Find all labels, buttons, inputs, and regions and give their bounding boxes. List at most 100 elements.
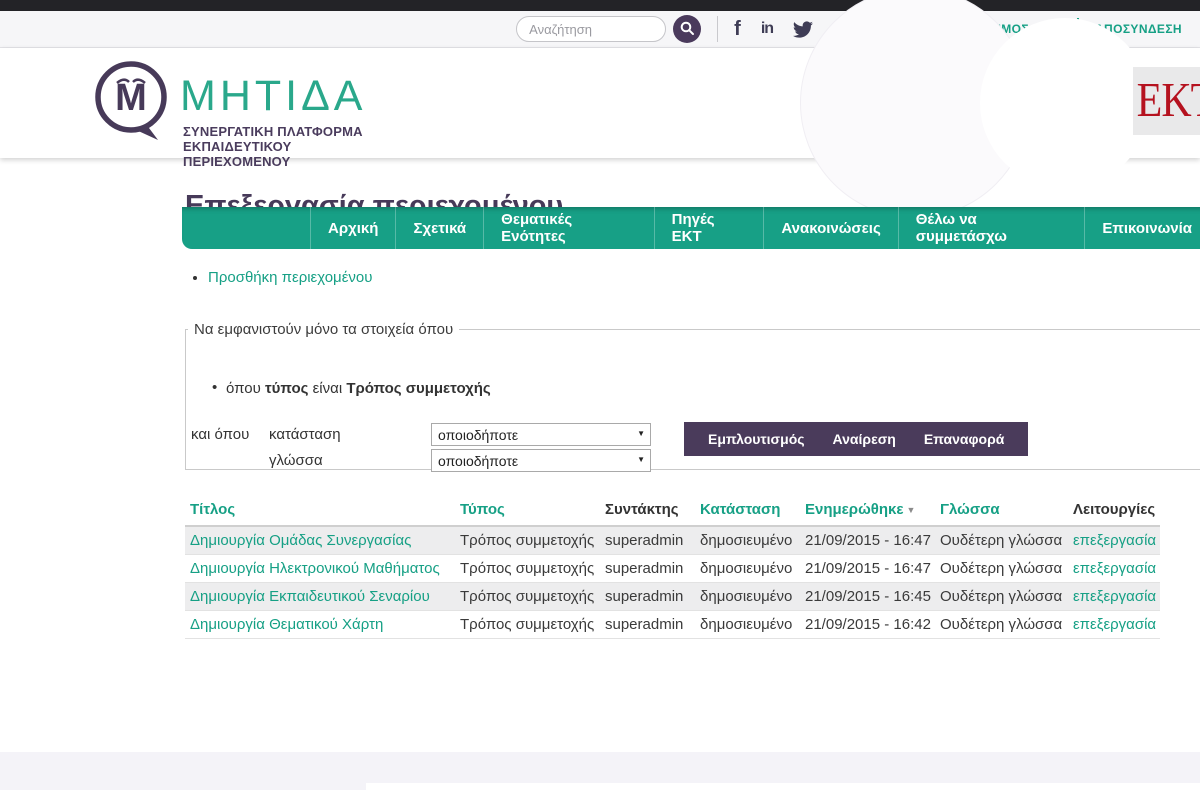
language-cell-cell: Ουδέτερη γλώσσα [935,555,1068,583]
content-title-link[interactable]: Δημιουργία Ηλεκτρονικού Μαθήματος [190,560,440,577]
search-area [516,15,701,43]
content-title-link[interactable]: Δημιουργία Θεματικού Χάρτη [190,616,383,633]
table-header-cell: Τύπος [455,495,600,526]
table-row: Δημιουργία Θεματικού Χάρτη Τρόπος συμμετο… [185,611,1160,639]
edit-link[interactable]: επεξεργασία [1073,588,1156,605]
filter-row-language: γλώσσα οποιοδήποτε [191,449,651,472]
content-title-link-cell: Δημιουργία Ομάδας Συνεργασίας [185,526,455,555]
metida-bubble-logo-icon: M [92,137,174,154]
content-title-link-cell: Δημιουργία Ηλεκτρονικού Μαθήματος [185,555,455,583]
nav-item-2[interactable]: Σχετικά [396,207,484,249]
refine-button[interactable]: Εμπλουτισμός [694,422,819,456]
edit-link-cell: επεξεργασία [1068,526,1160,555]
edit-link-cell: επεξεργασία [1068,583,1160,611]
status-select[interactable]: οποιοδήποτε [431,423,651,446]
edit-link-cell: επεξεργασία [1068,555,1160,583]
filter-field: τύπος [265,380,308,397]
updated-cell-cell: 21/09/2015 - 16:45 [800,583,935,611]
updated-cell-cell: 21/09/2015 - 16:47 [800,526,935,555]
language-cell-cell: Ουδέτερη γλώσσα [935,583,1068,611]
twitter-icon[interactable] [793,21,813,38]
filter-row-status: και όπου κατάσταση οποιοδήποτε [191,423,651,446]
edit-link[interactable]: επεξεργασία [1073,560,1156,577]
add-content-link[interactable]: Προσθήκη περιεχομένου [208,269,372,286]
content-title-link[interactable]: Δημιουργία Εκπαιδευτικού Σεναρίου [190,588,430,605]
sort-desc-icon: ▼ [907,505,916,515]
updated-cell-cell: 21/09/2015 - 16:47 [800,555,935,583]
table-header-cell: Κατάσταση [695,495,800,526]
author-cell-cell: superadmin [600,583,695,611]
active-filter-condition: όπου τύπος είναι Τρόπος συμμετοχής [226,380,491,397]
footer [0,752,1200,790]
column-sort-link-5[interactable]: Ενημερώθηκε [805,501,904,518]
column-label-3: Συντάκτης [605,501,679,518]
linkedin-icon[interactable]: in [761,20,773,38]
language-select[interactable]: οποιοδήποτε [431,449,651,472]
top-black-strip [0,0,1200,11]
column-sort-link-4[interactable]: Κατάσταση [700,501,780,518]
search-icon [679,20,695,39]
reset-button[interactable]: Επαναφορά [910,422,1019,456]
table-header-row: Τίτλος Τύπος Συντάκτης Κατάσταση Ενημερώθηκε… [185,495,1160,526]
action-list: Προσθήκη περιεχομένου [185,269,1200,287]
nav-item-7[interactable]: Επικοινωνία [1085,207,1200,249]
and-where-label: και όπου [191,426,269,443]
status-cell-cell: δημοσιευμένο [695,555,800,583]
svg-text:M: M [115,77,147,119]
column-sort-link-1[interactable]: Τίτλος [190,501,235,518]
facebook-icon[interactable]: f [734,18,741,41]
table-header-cell: Γλώσσα [935,495,1068,526]
table-header-cell: Τίτλος [185,495,455,526]
table-row: Δημιουργία Ηλεκτρονικού Μαθήματος Τρόπος … [185,555,1160,583]
language-select-wrap: οποιοδήποτε [431,449,651,472]
nav-item-3[interactable]: Θεματικές Ενότητες [484,207,654,249]
column-sort-link-2[interactable]: Τύπος [460,501,505,518]
nav-item-4[interactable]: Πηγές ΕΚΤ [655,207,765,249]
filter-button-group: Εμπλουτισμός Αναίρεση Επαναφορά [684,422,1028,456]
undo-button[interactable]: Αναίρεση [819,422,910,456]
status-cell-cell: δημοσιευμένο [695,526,800,555]
search-button[interactable] [673,15,701,43]
filter-legend: Να εμφανιστούν μόνο τα στοιχεία όπου [188,321,459,338]
decorative-circle [980,18,1150,188]
nav-item-5[interactable]: Ανακοινώσεις [764,207,898,249]
table-header-cell: Συντάκτης [600,495,695,526]
language-filter-label: γλώσσα [269,452,431,469]
table-header-cell: Ενημερώθηκε▼ [800,495,935,526]
content-table: Τίτλος Τύπος Συντάκτης Κατάσταση Ενημερώθηκε… [185,495,1160,639]
filter-value: Τρόπος συμμετοχής [346,380,490,397]
list-item: Προσθήκη περιεχομένου [208,269,1200,287]
table-row: Δημιουργία Εκπαιδευτικού Σεναρίου Τρόπος … [185,583,1160,611]
content-title-link-cell: Δημιουργία Θεματικού Χάρτη [185,611,455,639]
brand-name: ΜΗΤΙΔΑ [180,72,367,121]
site-logo-link[interactable]: M ΜΗΤΙΔΑ ΣΥΝΕΡΓΑΤΙΚΗ ΠΛΑΤΦΟΡΜΑ ΕΚΠΑΙΔΕΥΤ… [92,58,392,150]
ekt-logo: EKT [1133,67,1200,135]
edit-link-cell: επεξεργασία [1068,611,1160,639]
ekt-logo-text: EKT [1137,73,1200,128]
nav-item-6[interactable]: Θέλω να συμμετάσχω [899,207,1086,249]
updated-cell-cell: 21/09/2015 - 16:42 [800,611,935,639]
main-navigation: ΑρχικήΣχετικάΘεματικές ΕνότητεςΠηγές ΕΚΤ… [182,207,1200,249]
author-cell-cell: superadmin [600,526,695,555]
filter-fieldset: Να εμφανιστούν μόνο τα στοιχεία όπου όπο… [185,321,1200,470]
edit-link[interactable]: επεξεργασία [1073,616,1156,633]
column-sort-link-6[interactable]: Γλώσσα [940,501,1000,518]
status-cell-cell: δημοσιευμένο [695,583,800,611]
content-title-link-cell: Δημιουργία Εκπαιδευτικού Σεναρίου [185,583,455,611]
column-label-7: Λειτουργίες [1073,501,1155,518]
type-cell-cell: Τρόπος συμμετοχής [455,526,600,555]
content-title-link[interactable]: Δημιουργία Ομάδας Συνεργασίας [190,532,411,549]
brand-tagline: ΣΥΝΕΡΓΑΤΙΚΗ ΠΛΑΤΦΟΡΜΑ ΕΚΠΑΙΔΕΥΤΙΚΟΥ ΠΕΡΙ… [183,124,392,169]
language-cell-cell: Ουδέτερη γλώσσα [935,526,1068,555]
edit-link[interactable]: επεξεργασία [1073,532,1156,549]
type-cell-cell: Τρόπος συμμετοχής [455,555,600,583]
type-cell-cell: Τρόπος συμμετοχής [455,583,600,611]
author-cell-cell: superadmin [600,611,695,639]
divider [717,16,718,42]
table-header-cell: Λειτουργίες [1068,495,1160,526]
search-input[interactable] [516,16,666,42]
status-select-wrap: οποιοδήποτε [431,423,651,446]
table-row: Δημιουργία Ομάδας Συνεργασίας Τρόπος συμμ… [185,526,1160,555]
type-cell-cell: Τρόπος συμμετοχής [455,611,600,639]
nav-item-1[interactable]: Αρχική [310,207,396,249]
